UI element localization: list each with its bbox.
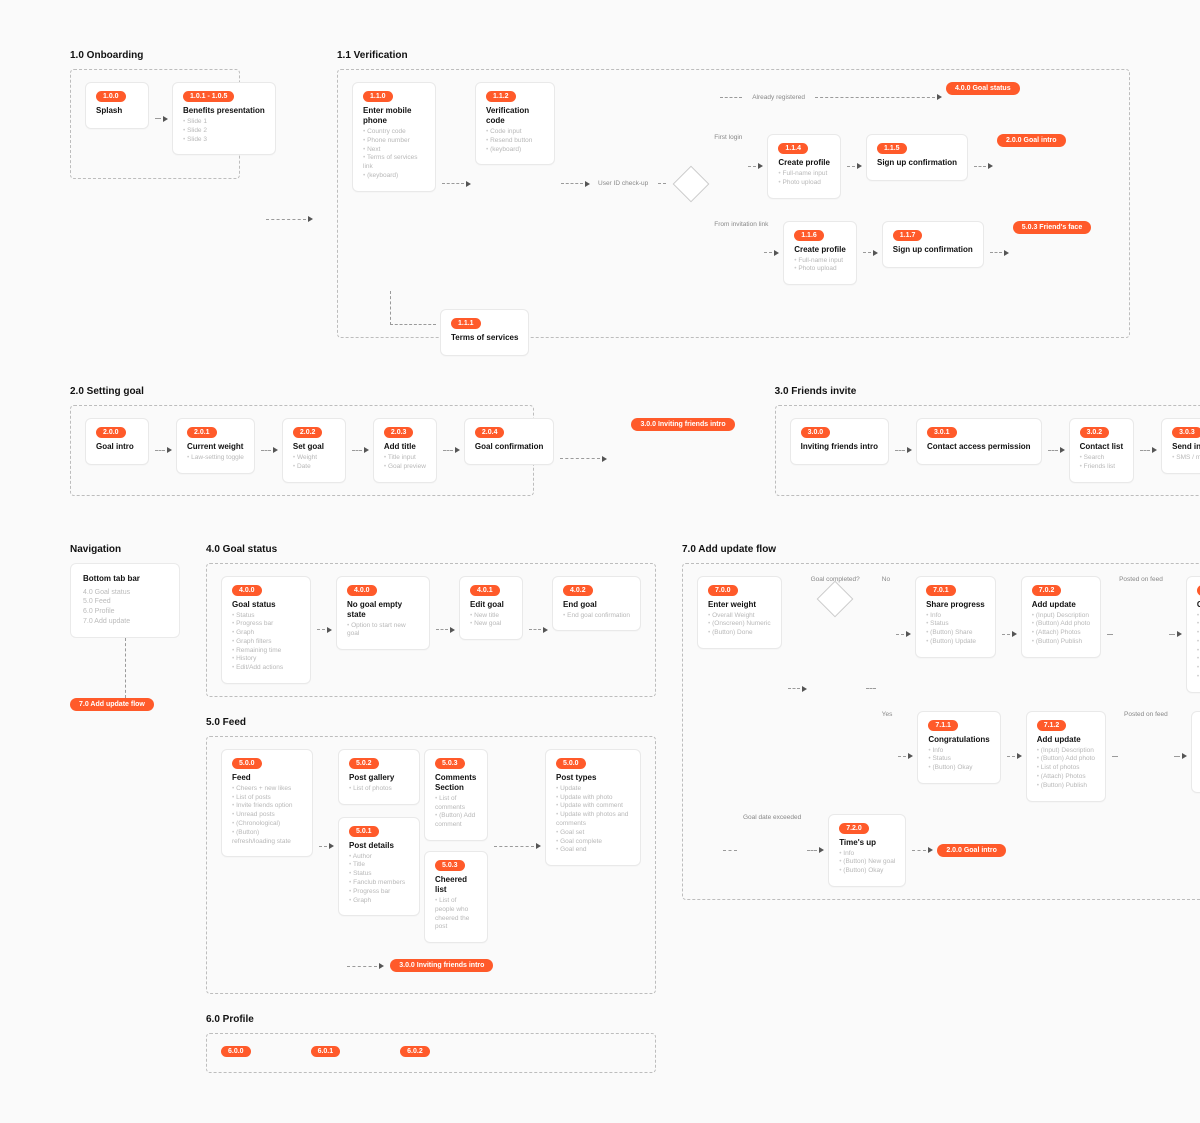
arrow-icon xyxy=(742,151,767,181)
arrow-icon xyxy=(809,82,946,112)
card-tos: 1.1.1 Terms of services xyxy=(440,309,529,356)
card-contact-permission: 3.0.1 Contact access permission xyxy=(916,418,1042,465)
card-create-profile-2: 1.1.6 Create profile Full-name input Pho… xyxy=(783,221,857,286)
card-post-gallery: 5.0.2 Post gallery List of photos xyxy=(338,749,420,805)
link-goal-intro-2[interactable]: 2.0.0 Goal intro xyxy=(937,844,1006,857)
card-goal-status: 4.0.0 Goal status StatusProgress bar Gra… xyxy=(221,576,311,684)
link-goal-status[interactable]: 4.0.0 Goal status xyxy=(946,82,1020,95)
link-inviting-friends-2[interactable]: 3.0.0 Inviting friends intro xyxy=(390,959,493,972)
card-invite-intro: 3.0.0 Inviting friends intro xyxy=(790,418,889,465)
section-friends-invite: 3.0 Friends invite 3.0.0 Inviting friend… xyxy=(775,386,1200,496)
card-contact-list: 3.0.2 Contact list SearchFriends list xyxy=(1069,418,1135,483)
card-end-goal: 4.0.2 End goal End goal confirmation xyxy=(552,576,641,632)
card-create-profile-1: 1.1.4 Create profile Full-name input Pho… xyxy=(767,134,841,199)
link-add-update-flow[interactable]: 7.0 Add update flow xyxy=(70,698,154,711)
section-profile: 6.0.0 6.0.1 6.0.2 xyxy=(206,1033,656,1073)
card-empty-state: 4.0.0 No goal empty state Option to star… xyxy=(336,576,430,651)
section-add-update: 7.0 Add update flow 7.0.0 Enter weight O… xyxy=(682,544,1200,900)
card-post-details: 5.0.1 Post details AuthorTitle StatusFan… xyxy=(338,817,420,917)
arrow-icon xyxy=(857,238,882,268)
section-navigation: Navigation Bottom tab bar 4.0 Goal statu… xyxy=(70,544,180,711)
card-confirm-1: 7.0.3 Confirmation InfoMini chart Change… xyxy=(1186,576,1200,693)
card-times-up: 7.2.0 Time's up Info(Button) New goal(Bu… xyxy=(828,814,906,887)
row-lower: Navigation Bottom tab bar 4.0 Goal statu… xyxy=(70,544,1130,1073)
arrow-icon xyxy=(968,151,997,181)
arrow-icon xyxy=(149,104,172,134)
card-comments: 5.0.3 Comments Section List of comments(… xyxy=(424,749,488,841)
card-add-update-1: 7.0.2 Add update (Input) Description(But… xyxy=(1021,576,1101,658)
card-enter-phone: 1.1.0 Enter mobile phone Country code Ph… xyxy=(352,82,436,192)
link-goal-intro[interactable]: 2.0.0 Goal intro xyxy=(997,134,1066,147)
card-add-title: 2.0.3 Add title Title inputGoal preview xyxy=(373,418,437,483)
section-feed: 5.0.0 Feed Cheers + new likesList of pos… xyxy=(206,736,656,994)
card-congrats: 7.1.1 Congratulations InfoStatus(Button)… xyxy=(917,711,1000,784)
card-add-update-2: 7.1.2 Add update (Input) Description(But… xyxy=(1026,711,1106,802)
card-verification-code: 1.1.2 Verification code Code input Resen… xyxy=(475,82,555,165)
arrow-icon xyxy=(758,238,783,268)
section-setting-goal: 2.0 Setting goal 2.0.0 Goal intro 2.0.1 … xyxy=(70,386,534,496)
card-goal-intro: 2.0.0 Goal intro xyxy=(85,418,149,465)
verification-title: 1.1 Verification xyxy=(337,50,1130,61)
card-post-types: 5.0.0 Post types UpdateUpdate with photo… xyxy=(545,749,641,866)
arrow-icon xyxy=(984,238,1013,268)
card-signup-confirm-2: 1.1.7 Sign up confirmation xyxy=(882,221,984,268)
card-feed: 5.0.0 Feed Cheers + new likesList of pos… xyxy=(221,749,313,857)
card-share-progress: 7.0.1 Share progress InfoStatus(Button) … xyxy=(915,576,996,658)
arrow-icon xyxy=(841,151,866,181)
link-inviting-friends[interactable]: 3.0.0 Inviting friends intro xyxy=(631,418,734,431)
card-set-goal: 2.0.2 Set goal WeightDate xyxy=(282,418,346,483)
card-goal-confirm: 2.0.4 Goal confirmation xyxy=(464,418,554,465)
card-current-weight: 2.0.1 Current weight Law-setting toggle xyxy=(176,418,255,474)
card-send-invite: 3.0.3 Send invite messages SMS / message… xyxy=(1161,418,1200,474)
arrow-icon xyxy=(555,169,594,199)
arrow-icon xyxy=(436,169,475,199)
arrow-icon xyxy=(714,82,748,112)
row-goal-friends: 2.0 Setting goal 2.0.0 Goal intro 2.0.1 … xyxy=(70,386,1130,496)
section-goal-status: 4.0.0 Goal status StatusProgress bar Gra… xyxy=(206,563,656,697)
card-bottom-tab-bar: Bottom tab bar 4.0 Goal status 5.0 Feed … xyxy=(70,563,180,638)
arrow-icon xyxy=(652,169,672,199)
card-splash: 1.0.0 Splash xyxy=(85,82,149,129)
card-signup-confirm-1: 1.1.5 Sign up confirmation xyxy=(866,134,968,181)
card-enter-weight: 7.0.0 Enter weight Overall Weight(Onscre… xyxy=(697,576,782,649)
section-onboarding: 1.0 Onboarding 1.0.0 Splash 1.0.1 - 1.0.… xyxy=(70,50,240,179)
decision-diamond xyxy=(673,165,710,202)
decision-goal-complete xyxy=(817,581,854,618)
middle-column: 4.0 Goal status 4.0.0 Goal status Status… xyxy=(206,544,656,1073)
arrow-icon xyxy=(260,204,317,234)
section-verification: 1.1 Verification 1.1.0 Enter mobile phon… xyxy=(337,50,1130,338)
link-friends-face[interactable]: 5.0.3 Friend's face xyxy=(1013,221,1091,234)
card-confirm-2: 7.1.3 Confirmation InfoGoal completion t… xyxy=(1191,711,1200,793)
card-benefits: 1.0.1 - 1.0.5 Benefits presentation Slid… xyxy=(172,82,276,155)
card-edit-goal: 4.0.1 Edit goal New titleNew goal xyxy=(459,576,523,641)
onboarding-title: 1.0 Onboarding xyxy=(70,50,240,61)
row-onboarding-verification: 1.0 Onboarding 1.0.0 Splash 1.0.1 - 1.0.… xyxy=(70,50,1130,338)
card-cheered: 5.0.3 Cheered list List of people who ch… xyxy=(424,851,488,943)
